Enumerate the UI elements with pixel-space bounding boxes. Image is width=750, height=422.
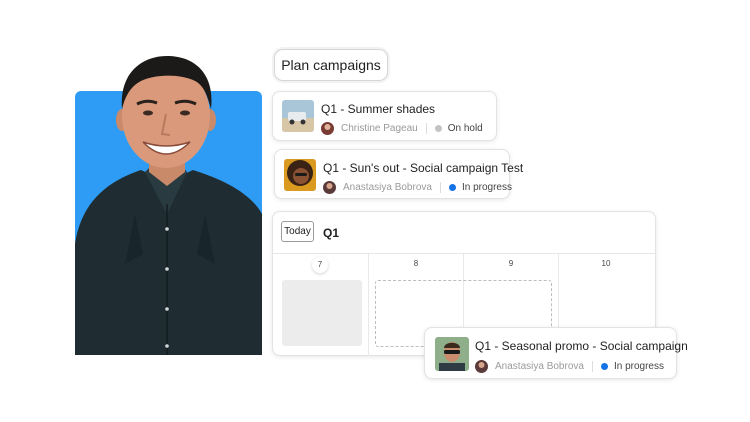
day-label[interactable]: 8 bbox=[406, 259, 426, 268]
meta-divider bbox=[591, 361, 593, 372]
task-meta: Christine Pageau On hold bbox=[321, 122, 483, 135]
status-badge: On hold bbox=[447, 123, 483, 134]
calendar-period: Q1 bbox=[323, 226, 340, 240]
status-dot bbox=[600, 363, 608, 370]
day-label[interactable]: 9 bbox=[501, 259, 521, 268]
assignee-name: Anastasiya Bobrova bbox=[495, 361, 584, 372]
meta-divider bbox=[439, 182, 441, 193]
assignee-name: Christine Pageau bbox=[341, 123, 418, 134]
task-thumbnail bbox=[284, 159, 316, 191]
task-meta: Anastasiya Bobrova In progress bbox=[323, 181, 512, 194]
person-illustration bbox=[75, 56, 262, 355]
hero-photo bbox=[75, 54, 262, 355]
task-title: Q1 - Summer shades bbox=[321, 102, 436, 116]
status-badge: In progress bbox=[461, 182, 512, 193]
task-card-dragging[interactable]: Q1 - Seasonal promo - Social campaign An… bbox=[424, 327, 688, 379]
avatar bbox=[475, 360, 488, 373]
task-meta: Anastasiya Bobrova In progress bbox=[475, 360, 664, 373]
day-label-today[interactable]: 7 bbox=[312, 257, 328, 273]
calendar-event-block[interactable] bbox=[282, 280, 362, 346]
calendar-divider bbox=[273, 253, 655, 254]
meta-divider bbox=[425, 123, 427, 134]
task-thumbnail bbox=[282, 100, 314, 132]
avatar bbox=[323, 181, 336, 194]
task-thumbnail bbox=[435, 337, 469, 371]
task-title: Q1 - Seasonal promo - Social campaign bbox=[475, 339, 688, 353]
status-dot bbox=[448, 184, 456, 191]
day-label[interactable]: 10 bbox=[596, 259, 616, 268]
task-card[interactable]: Q1 - Summer shades Christine Pageau On h… bbox=[272, 91, 497, 141]
avatar bbox=[321, 122, 334, 135]
today-button[interactable]: Today bbox=[281, 221, 314, 242]
status-dot bbox=[434, 125, 442, 132]
status-badge: In progress bbox=[613, 361, 664, 372]
column-divider bbox=[368, 254, 369, 356]
plan-campaigns-chip[interactable]: Plan campaigns bbox=[274, 49, 388, 81]
task-title: Q1 - Sun's out - Social campaign Test bbox=[323, 161, 524, 175]
task-card[interactable]: Q1 - Sun's out - Social campaign Test An… bbox=[274, 149, 523, 199]
assignee-name: Anastasiya Bobrova bbox=[343, 182, 432, 193]
